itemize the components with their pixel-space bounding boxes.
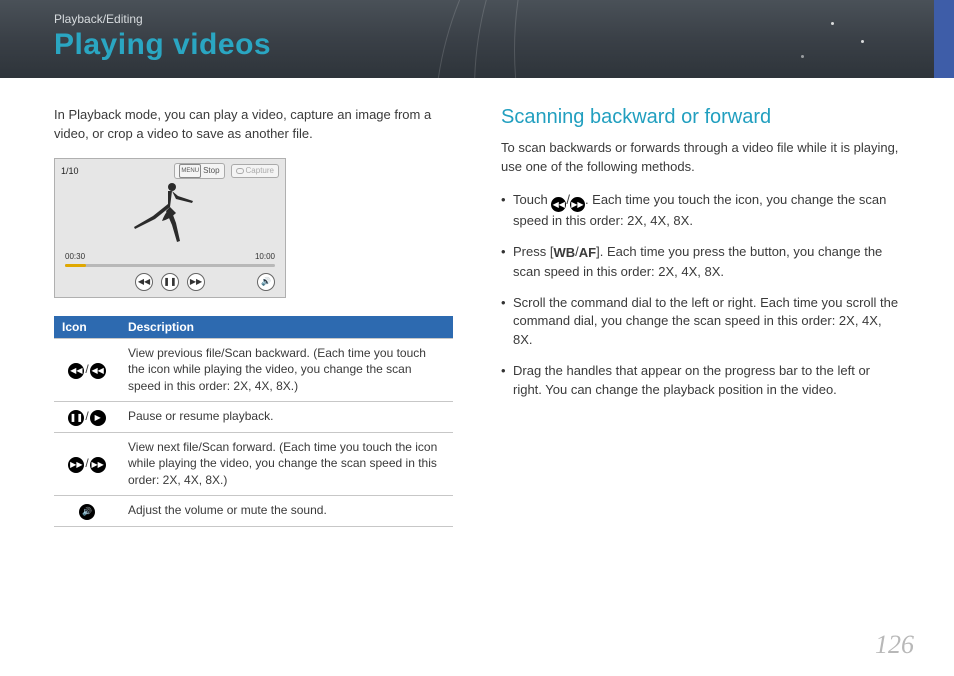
table-row: ❚❚/▶ Pause or resume playback.: [54, 402, 453, 433]
rewind-icon: ◀◀: [90, 363, 106, 379]
rewind-icon: ◀◀: [68, 363, 84, 379]
volume-icon: 🔊: [79, 504, 95, 520]
section-intro: To scan backwards or forwards through a …: [501, 139, 900, 177]
section-tab: [934, 0, 954, 78]
intro-text: In Playback mode, you can play a video, …: [54, 106, 453, 144]
progress-bar[interactable]: [65, 264, 275, 267]
table-header-icon: Icon: [54, 316, 120, 339]
volume-button[interactable]: 🔊: [257, 273, 275, 291]
time-total: 10:00: [255, 252, 275, 261]
pause-icon: ❚❚: [68, 410, 84, 426]
wb-icon: WB: [553, 244, 575, 263]
icon-description-table: Icon Description ◀◀/◀◀ View previous fil…: [54, 316, 453, 527]
breadcrumb: Playback/Editing: [54, 12, 143, 26]
list-item: Press [WB/AF]. Each time you press the b…: [501, 243, 900, 282]
section-title: Scanning backward or forward: [501, 106, 900, 129]
forward-icon: ▶▶: [570, 197, 585, 212]
list-item: Drag the handles that appear on the prog…: [501, 362, 900, 400]
af-icon: AF: [579, 244, 596, 263]
table-header-desc: Description: [120, 316, 453, 339]
video-preview: 1/10 MENU Stop Capture: [54, 158, 286, 298]
capture-button[interactable]: Capture: [231, 164, 279, 178]
ballerina-graphic: [130, 179, 210, 249]
forward-button[interactable]: ▶▶: [187, 273, 205, 291]
right-column: Scanning backward or forward To scan bac…: [501, 106, 900, 616]
table-row: ◀◀/◀◀ View previous file/Scan backward. …: [54, 338, 453, 401]
time-current: 00:30: [65, 252, 85, 261]
forward-icon: ▶▶: [68, 457, 84, 473]
table-row: 🔊 Adjust the volume or mute the sound.: [54, 496, 453, 527]
content-area: In Playback mode, you can play a video, …: [54, 106, 900, 616]
video-counter: 1/10: [61, 166, 79, 176]
page-number: 126: [875, 630, 914, 660]
pause-button[interactable]: ❚❚: [161, 273, 179, 291]
forward-icon: ▶▶: [90, 457, 106, 473]
menu-stop-button[interactable]: MENU Stop: [174, 163, 224, 179]
table-row: ▶▶/▶▶ View next file/Scan forward. (Each…: [54, 432, 453, 495]
rewind-icon: ◀◀: [551, 197, 566, 212]
rewind-button[interactable]: ◀◀: [135, 273, 153, 291]
list-item: Touch ◀◀/▶▶. Each time you touch the ico…: [501, 191, 900, 231]
page-title: Playing videos: [54, 28, 271, 62]
play-icon: ▶: [90, 410, 106, 426]
list-item: Scroll the command dial to the left or r…: [501, 294, 900, 351]
left-column: In Playback mode, you can play a video, …: [54, 106, 453, 616]
